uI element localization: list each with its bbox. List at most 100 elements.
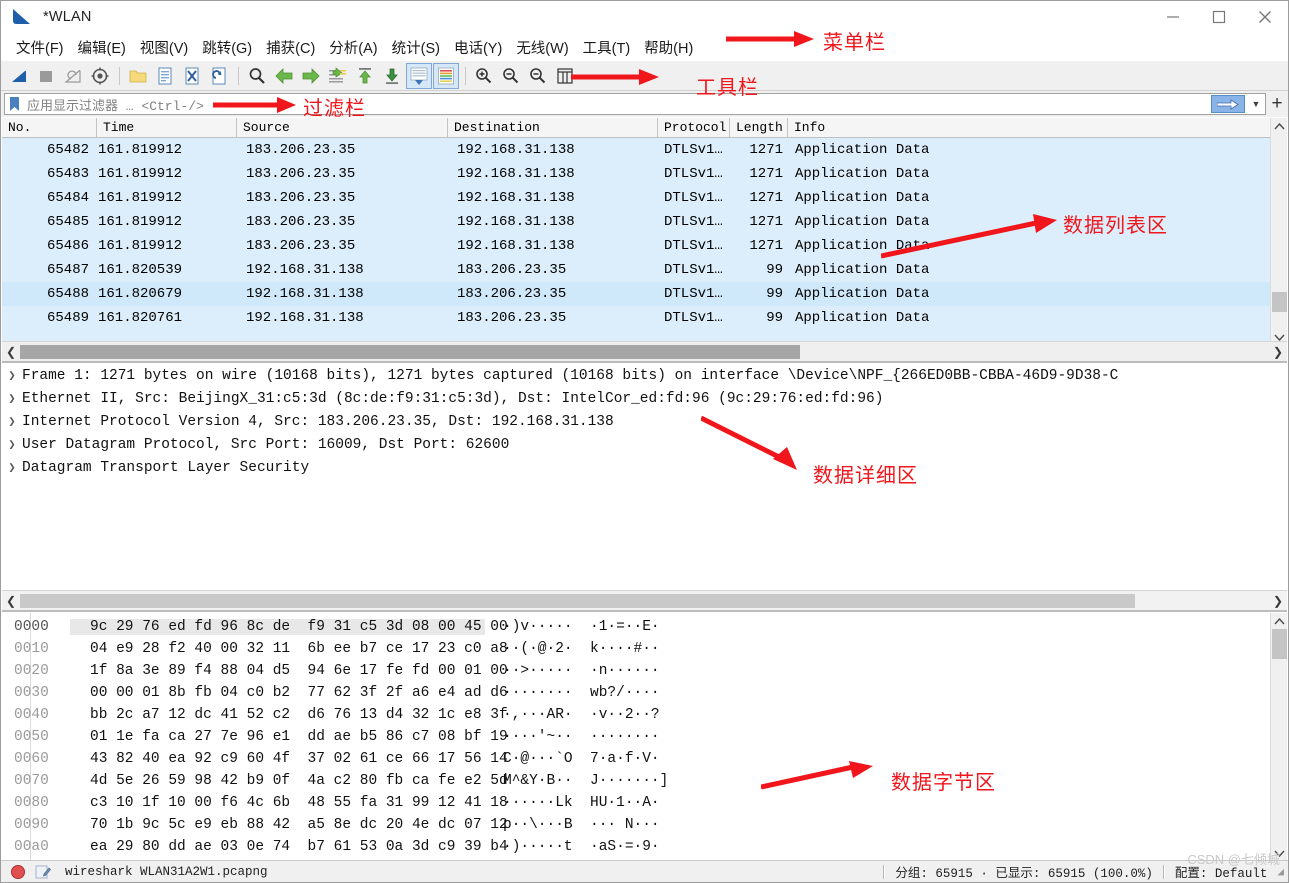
packet-bytes-pane[interactable]: 0000 9c 29 76 ed fd 96 8c de f9 31 c5 3d… — [2, 613, 1287, 861]
chevron-right-icon[interactable]: ❯ — [2, 460, 22, 475]
detail-row-udp[interactable]: ❯ User Datagram Protocol, Src Port: 1600… — [2, 433, 1287, 456]
capture-options-icon[interactable] — [87, 63, 113, 89]
scroll-up-icon[interactable] — [1271, 118, 1287, 134]
go-to-packet-icon[interactable] — [325, 63, 351, 89]
table-row[interactable]: 65487 161.820539 192.168.31.138 183.206.… — [2, 258, 1287, 282]
menu-item-wireless[interactable]: 无线(W) — [509, 35, 575, 60]
maximize-icon[interactable] — [1196, 1, 1242, 33]
hex-ascii: p··\···B ··· N··· — [503, 817, 660, 833]
hex-bytes: ea 29 80 dd ae 03 0e 74 b7 61 53 0a 3d c… — [90, 839, 508, 855]
plus-icon[interactable]: + — [1266, 92, 1288, 116]
menu-item-telephony[interactable]: 电话(Y) — [447, 35, 509, 60]
detail-row-frame[interactable]: ❯ Frame 1: 1271 bytes on wire (10168 bit… — [2, 364, 1287, 387]
scroll-left-icon[interactable]: ❮ — [2, 594, 20, 608]
save-file-icon[interactable] — [152, 63, 178, 89]
chevron-right-icon[interactable]: ❯ — [2, 391, 22, 406]
hex-row[interactable]: 0070 4d 5e 26 59 98 42 b9 0f 4a c2 80 fb… — [2, 770, 1287, 792]
menu-item-edit[interactable]: 编辑(E) — [71, 35, 133, 60]
hex-row[interactable]: 0080 c3 10 1f 10 00 f6 4c 6b 48 55 fa 31… — [2, 792, 1287, 814]
scroll-left-icon[interactable]: ❮ — [2, 345, 20, 359]
detail-row-ethernet[interactable]: ❯ Ethernet II, Src: BeijingX_31:c5:3d (8… — [2, 387, 1287, 410]
open-file-icon[interactable] — [125, 63, 151, 89]
menu-item-statistics[interactable]: 统计(S) — [385, 35, 447, 60]
scroll-right-icon[interactable]: ❯ — [1269, 594, 1287, 608]
column-header-time[interactable]: Time — [97, 118, 237, 137]
column-header-protocol[interactable]: Protocol — [658, 118, 730, 137]
chevron-right-icon[interactable]: ❯ — [2, 414, 22, 429]
column-header-info[interactable]: Info — [788, 118, 1287, 137]
menu-item-capture[interactable]: 捕获(C) — [259, 35, 322, 60]
detail-row-ipv4[interactable]: ❯ Internet Protocol Version 4, Src: 183.… — [2, 410, 1287, 433]
close-file-icon[interactable] — [179, 63, 205, 89]
pane-divider[interactable] — [2, 610, 1287, 612]
cell-info: Application Data — [795, 142, 930, 158]
hex-row[interactable]: 0090 70 1b 9c 5c e9 eb 88 42 a5 8e dc 20… — [2, 814, 1287, 836]
packet-details-pane[interactable]: ❯ Frame 1: 1271 bytes on wire (10168 bit… — [2, 364, 1287, 589]
menu-item-analyze[interactable]: 分析(A) — [322, 35, 384, 60]
go-forward-icon[interactable] — [298, 63, 324, 89]
scroll-right-icon[interactable]: ❯ — [1269, 345, 1287, 359]
table-row[interactable]: 65489 161.820761 192.168.31.138 183.206.… — [2, 306, 1287, 330]
profile-label[interactable]: 配置: Default — [1175, 862, 1268, 881]
zoom-in-icon[interactable] — [471, 63, 497, 89]
chevron-down-icon[interactable]: ▼ — [1247, 94, 1265, 114]
scroll-down-icon[interactable] — [1271, 845, 1287, 861]
scrollbar-thumb[interactable] — [20, 344, 800, 359]
scrollbar-thumb[interactable] — [1272, 292, 1287, 312]
resize-grip-icon[interactable]: ◢ — [1277, 865, 1284, 879]
menu-item-file[interactable]: 文件(F) — [9, 35, 71, 60]
colorize-icon[interactable] — [433, 62, 459, 89]
column-header-length[interactable]: Length — [730, 118, 788, 137]
go-back-icon[interactable] — [271, 63, 297, 89]
table-row[interactable]: 65483 161.819912 183.206.23.35 192.168.3… — [2, 162, 1287, 186]
bookmark-icon[interactable] — [6, 94, 23, 114]
scrollbar-track[interactable] — [20, 344, 1269, 359]
menu-item-view[interactable]: 视图(V) — [133, 35, 195, 60]
reload-file-icon[interactable] — [206, 63, 232, 89]
packet-details-horizontal-scrollbar[interactable]: ❮ ❯ — [2, 590, 1287, 610]
table-row[interactable]: 65484 161.819912 183.206.23.35 192.168.3… — [2, 186, 1287, 210]
hex-row[interactable]: 0040 bb 2c a7 12 dc 41 52 c2 d6 76 13 d4… — [2, 704, 1287, 726]
hex-ascii: ····'~·· ········ — [503, 729, 660, 745]
column-header-destination[interactable]: Destination — [448, 118, 658, 137]
search-input[interactable]: 应用显示过滤器 … <Ctrl-/> ▼ — [4, 93, 1266, 115]
menu-item-tools[interactable]: 工具(T) — [576, 35, 638, 60]
apply-filter-arrow-icon[interactable] — [1211, 95, 1245, 113]
close-icon[interactable] — [1242, 1, 1288, 33]
menu-item-goto[interactable]: 跳转(G) — [195, 35, 259, 60]
zoom-reset-icon[interactable] — [525, 63, 551, 89]
restart-capture-icon[interactable] — [60, 63, 86, 89]
scrollbar-thumb[interactable] — [20, 593, 1135, 608]
go-to-last-icon[interactable] — [379, 63, 405, 89]
go-to-first-icon[interactable] — [352, 63, 378, 89]
table-row[interactable]: 65488 161.820679 192.168.31.138 183.206.… — [2, 282, 1287, 306]
packet-list-vertical-scrollbar[interactable] — [1270, 118, 1287, 345]
menu-item-help[interactable]: 帮助(H) — [637, 35, 700, 60]
column-header-no[interactable]: No. — [2, 118, 97, 137]
minimize-icon[interactable] — [1150, 1, 1196, 33]
scrollbar-thumb[interactable] — [1272, 629, 1287, 659]
hex-row[interactable]: 0010 04 e9 28 f2 40 00 32 11 6b ee b7 ce… — [2, 638, 1287, 660]
auto-scroll-icon[interactable] — [406, 62, 432, 89]
find-packet-icon[interactable] — [244, 63, 270, 89]
hex-row[interactable]: 0030 00 00 01 8b fb 04 c0 b2 77 62 3f 2f… — [2, 682, 1287, 704]
hex-row[interactable]: 0060 43 82 40 ea 92 c9 60 4f 37 02 61 ce… — [2, 748, 1287, 770]
start-capture-icon[interactable] — [6, 63, 32, 89]
edit-comment-icon[interactable] — [35, 864, 51, 880]
zoom-out-icon[interactable] — [498, 63, 524, 89]
hex-row[interactable]: 00a0 ea 29 80 dd ae 03 0e 74 b7 61 53 0a… — [2, 836, 1287, 858]
scrollbar-track[interactable] — [20, 593, 1269, 608]
chevron-right-icon[interactable]: ❯ — [2, 368, 22, 383]
stop-capture-icon[interactable] — [33, 63, 59, 89]
packet-list-horizontal-scrollbar[interactable]: ❮ ❯ — [2, 341, 1287, 361]
hex-vertical-scrollbar[interactable] — [1270, 613, 1287, 861]
table-row[interactable]: 65482 161.819912 183.206.23.35 192.168.3… — [2, 138, 1287, 162]
scroll-up-icon[interactable] — [1271, 613, 1287, 629]
hex-row[interactable]: 0020 1f 8a 3e 89 f4 88 04 d5 94 6e 17 fe… — [2, 660, 1287, 682]
chevron-right-icon[interactable]: ❯ — [2, 437, 22, 452]
record-dot-icon[interactable] — [11, 864, 25, 879]
pane-divider[interactable] — [2, 361, 1287, 363]
detail-row-dtls[interactable]: ❯ Datagram Transport Layer Security — [2, 456, 1287, 479]
hex-row[interactable]: 0000 9c 29 76 ed fd 96 8c de f9 31 c5 3d… — [2, 616, 1287, 638]
hex-row[interactable]: 0050 01 1e fa ca 27 7e 96 e1 dd ae b5 86… — [2, 726, 1287, 748]
